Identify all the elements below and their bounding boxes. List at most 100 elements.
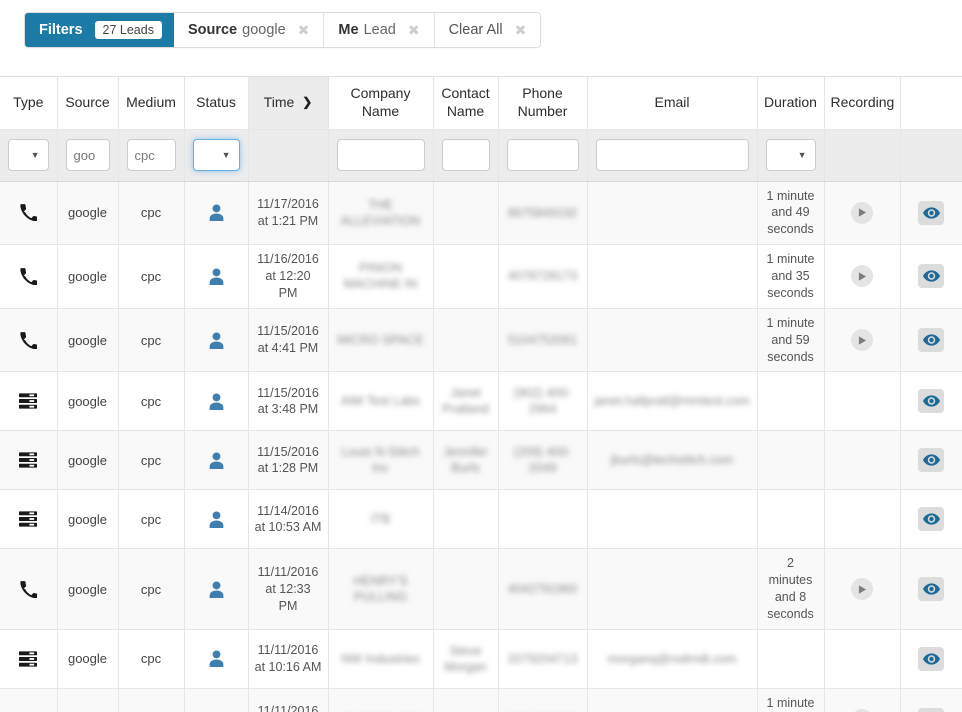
play-icon[interactable] <box>851 201 873 224</box>
cell-type <box>0 548 58 630</box>
cell-medium: cpc <box>118 430 185 491</box>
cell-medium: cpc <box>118 371 185 432</box>
col-header-type[interactable]: Type <box>0 77 58 130</box>
cell-contact-name <box>433 489 499 550</box>
cell-recording <box>824 244 901 309</box>
table-row[interactable]: google cpc 11/14/2016 at 10:53 AM ITB <box>0 489 962 550</box>
clear-all-button[interactable]: Clear All ✖ <box>434 13 541 47</box>
phone-number-redacted: 5104752061 <box>507 332 578 347</box>
cell-type <box>0 430 58 491</box>
eye-icon[interactable] <box>918 200 945 225</box>
col-header-time[interactable]: Time ❯ <box>248 77 329 130</box>
col-header-company-name[interactable]: Company Name <box>328 77 434 130</box>
phone-icon <box>20 268 39 286</box>
cell-actions <box>900 430 962 491</box>
eye-icon[interactable] <box>918 708 945 712</box>
eye-icon[interactable] <box>918 646 945 671</box>
close-icon[interactable]: ✖ <box>298 23 310 37</box>
eye-icon[interactable] <box>918 328 945 353</box>
cell-time: 11/11/2016 at 9:22 AM <box>248 688 329 712</box>
cell-source: google <box>57 181 119 246</box>
table-row[interactable]: google cpc 11/11/2016 at 12:33 PM HENRY'S P… <box>0 548 962 630</box>
eye-icon[interactable] <box>918 507 945 532</box>
table-row[interactable]: google cpc 11/15/2016 at 1:28 PM Louis N-St… <box>0 430 962 491</box>
chevron-down-icon: ▼ <box>221 150 231 160</box>
cell-contact-name <box>433 244 499 309</box>
source-filter-input[interactable] <box>65 139 110 171</box>
cell-type <box>0 308 58 373</box>
table-row[interactable]: google cpc 11/16/2016 at 12:20 PM PINION MA… <box>0 244 962 309</box>
col-header-contact-name[interactable]: Contact Name <box>433 77 499 130</box>
filter-cell-status: ▼ <box>184 129 249 182</box>
filter-chip-me-value: Lead <box>363 22 396 38</box>
cell-email: janet.hallpratl@mmtest.com <box>587 371 758 432</box>
form-icon <box>19 451 38 469</box>
cell-status <box>184 371 249 432</box>
cell-time: 11/17/2016 at 1:21 PM <box>248 181 329 246</box>
cell-actions <box>900 308 962 373</box>
cell-actions <box>900 688 962 712</box>
cell-medium: cpc <box>118 688 185 712</box>
col-header-recording[interactable]: Recording <box>824 77 901 130</box>
filter-bar-region: Filters 27 Leads Source google ✖ Me Lead… <box>0 0 962 76</box>
close-icon[interactable]: ✖ <box>408 23 420 37</box>
status-filter-select[interactable]: ▼ <box>192 139 240 171</box>
col-header-medium[interactable]: Medium <box>118 77 185 130</box>
eye-icon[interactable] <box>918 264 945 289</box>
cell-status <box>184 181 249 246</box>
filter-cell-recording <box>824 129 901 182</box>
clear-all-label: Clear All <box>448 22 503 38</box>
cell-contact-name <box>433 308 499 373</box>
filter-cell-type: ▼ <box>0 129 58 182</box>
filter-chip-me[interactable]: Me Lead ✖ <box>324 13 435 47</box>
cell-contact-name <box>433 688 499 712</box>
cell-phone-number: 4042791960 <box>498 548 588 630</box>
col-header-source[interactable]: Source <box>57 77 119 130</box>
filter-cell-time <box>248 129 329 182</box>
email-filter-input[interactable] <box>595 139 749 171</box>
cell-phone-number: 8675849192 <box>498 181 588 246</box>
phone-number-filter-input[interactable] <box>506 139 579 171</box>
medium-filter-input[interactable] <box>126 139 176 171</box>
table-row[interactable]: google cpc 11/15/2016 at 3:48 PM AIM Test L… <box>0 371 962 432</box>
person-icon <box>209 650 224 668</box>
cell-actions <box>900 371 962 432</box>
cell-company-name: ITB <box>328 489 434 550</box>
col-header-duration[interactable]: Duration <box>757 77 825 130</box>
filter-cell-actions <box>900 129 962 182</box>
table-row[interactable]: googlecpc 11/11/2016 at 9:22 AMCU TOOL IN… <box>0 688 962 712</box>
eye-icon[interactable] <box>918 577 945 602</box>
eye-icon[interactable] <box>918 448 945 473</box>
cell-duration: 1 minute and 59 seconds <box>757 308 825 373</box>
chevron-down-icon[interactable]: ❯ <box>302 95 312 110</box>
type-filter-select[interactable]: ▼ <box>8 139 49 171</box>
email-redacted: morganq@rodrndt.com <box>607 651 737 666</box>
table-row[interactable]: google cpc 11/11/2016 at 10:16 AM NW Indust… <box>0 629 962 689</box>
table-row[interactable]: google cpc 11/17/2016 at 1:21 PM THE ALLEVI… <box>0 181 962 246</box>
filters-button[interactable]: Filters 27 Leads <box>25 13 174 47</box>
cell-duration <box>757 489 825 550</box>
filter-chip-source[interactable]: Source google ✖ <box>173 13 325 47</box>
cell-recording <box>824 489 901 550</box>
play-icon[interactable] <box>851 329 873 352</box>
contact-name-filter-input[interactable] <box>441 139 490 171</box>
col-header-phone-number[interactable]: Phone Number <box>498 77 588 130</box>
cell-medium: cpc <box>118 181 185 246</box>
person-icon <box>209 452 224 469</box>
col-header-email[interactable]: Email <box>587 77 758 130</box>
close-icon[interactable]: ✖ <box>515 23 527 37</box>
table-row[interactable]: google cpc 11/15/2016 at 4:41 PM MICRO SPAC… <box>0 308 962 373</box>
cell-duration <box>757 371 825 432</box>
cell-phone-number: 2079204713 <box>498 629 588 689</box>
cell-recording <box>824 548 901 630</box>
cell-time: 11/15/2016 at 3:48 PM <box>248 371 329 432</box>
cell-duration: 1 minute and 8 seconds <box>757 688 825 712</box>
duration-filter-select[interactable]: ▼ <box>765 139 816 171</box>
company-name-redacted: HENRY'S PULLING <box>353 573 408 605</box>
company-name-filter-input[interactable] <box>336 139 425 171</box>
person-icon <box>209 268 224 285</box>
play-icon[interactable] <box>851 265 873 288</box>
eye-icon[interactable] <box>918 389 945 414</box>
col-header-status[interactable]: Status <box>184 77 249 130</box>
play-icon[interactable] <box>851 578 873 601</box>
